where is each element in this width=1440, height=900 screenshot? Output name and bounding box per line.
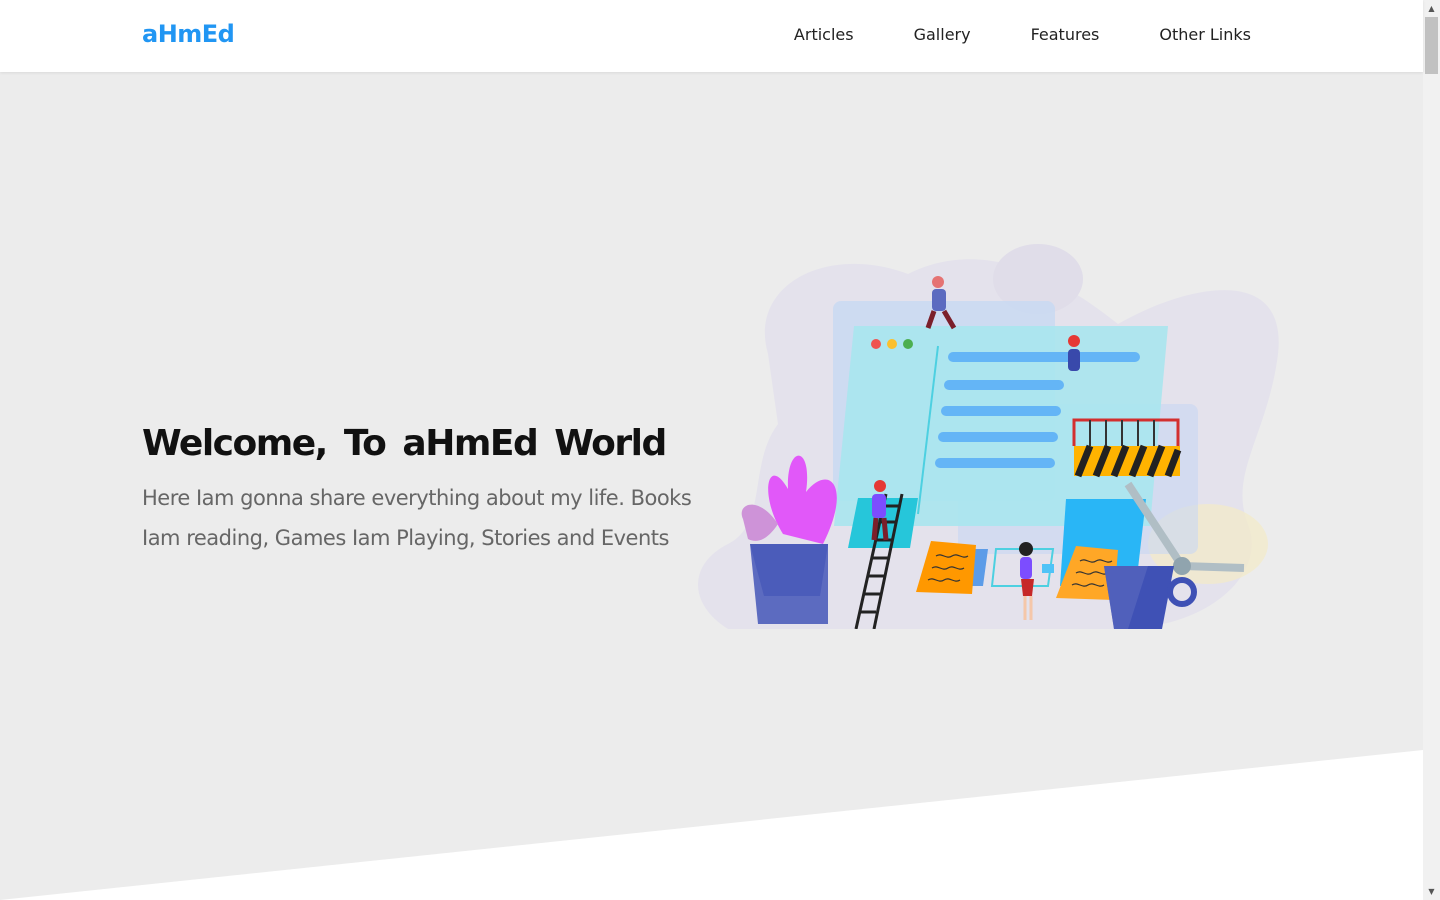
vertical-scrollbar[interactable]: ▲ ▼ [1423,0,1440,900]
nav-link-gallery[interactable]: Gallery [914,25,971,44]
triangle-down-icon[interactable]: ▼ [1423,883,1440,900]
site-header: aHmEd Articles Gallery Features Other Li… [0,0,1423,72]
logo-link[interactable]: aHmEd [142,20,235,48]
nav-link-articles[interactable]: Articles [794,25,854,44]
nav-link-features[interactable]: Features [1031,25,1100,44]
triangle-up-icon[interactable]: ▲ [1423,0,1440,17]
main-nav: Articles Gallery Features Other Links [734,25,1251,44]
scrollbar-thumb[interactable] [1425,17,1438,74]
hero-text: Welcome, To aHmEd World Here Iam gonna s… [142,422,702,558]
website-construction-illustration [698,244,1279,629]
hero-section: Welcome, To aHmEd World Here Iam gonna s… [0,72,1423,900]
nav-link-other-links[interactable]: Other Links [1159,25,1251,44]
hero-title: Welcome, To aHmEd World [142,423,667,464]
hero-description: Here Iam gonna share everything about my… [142,486,692,550]
